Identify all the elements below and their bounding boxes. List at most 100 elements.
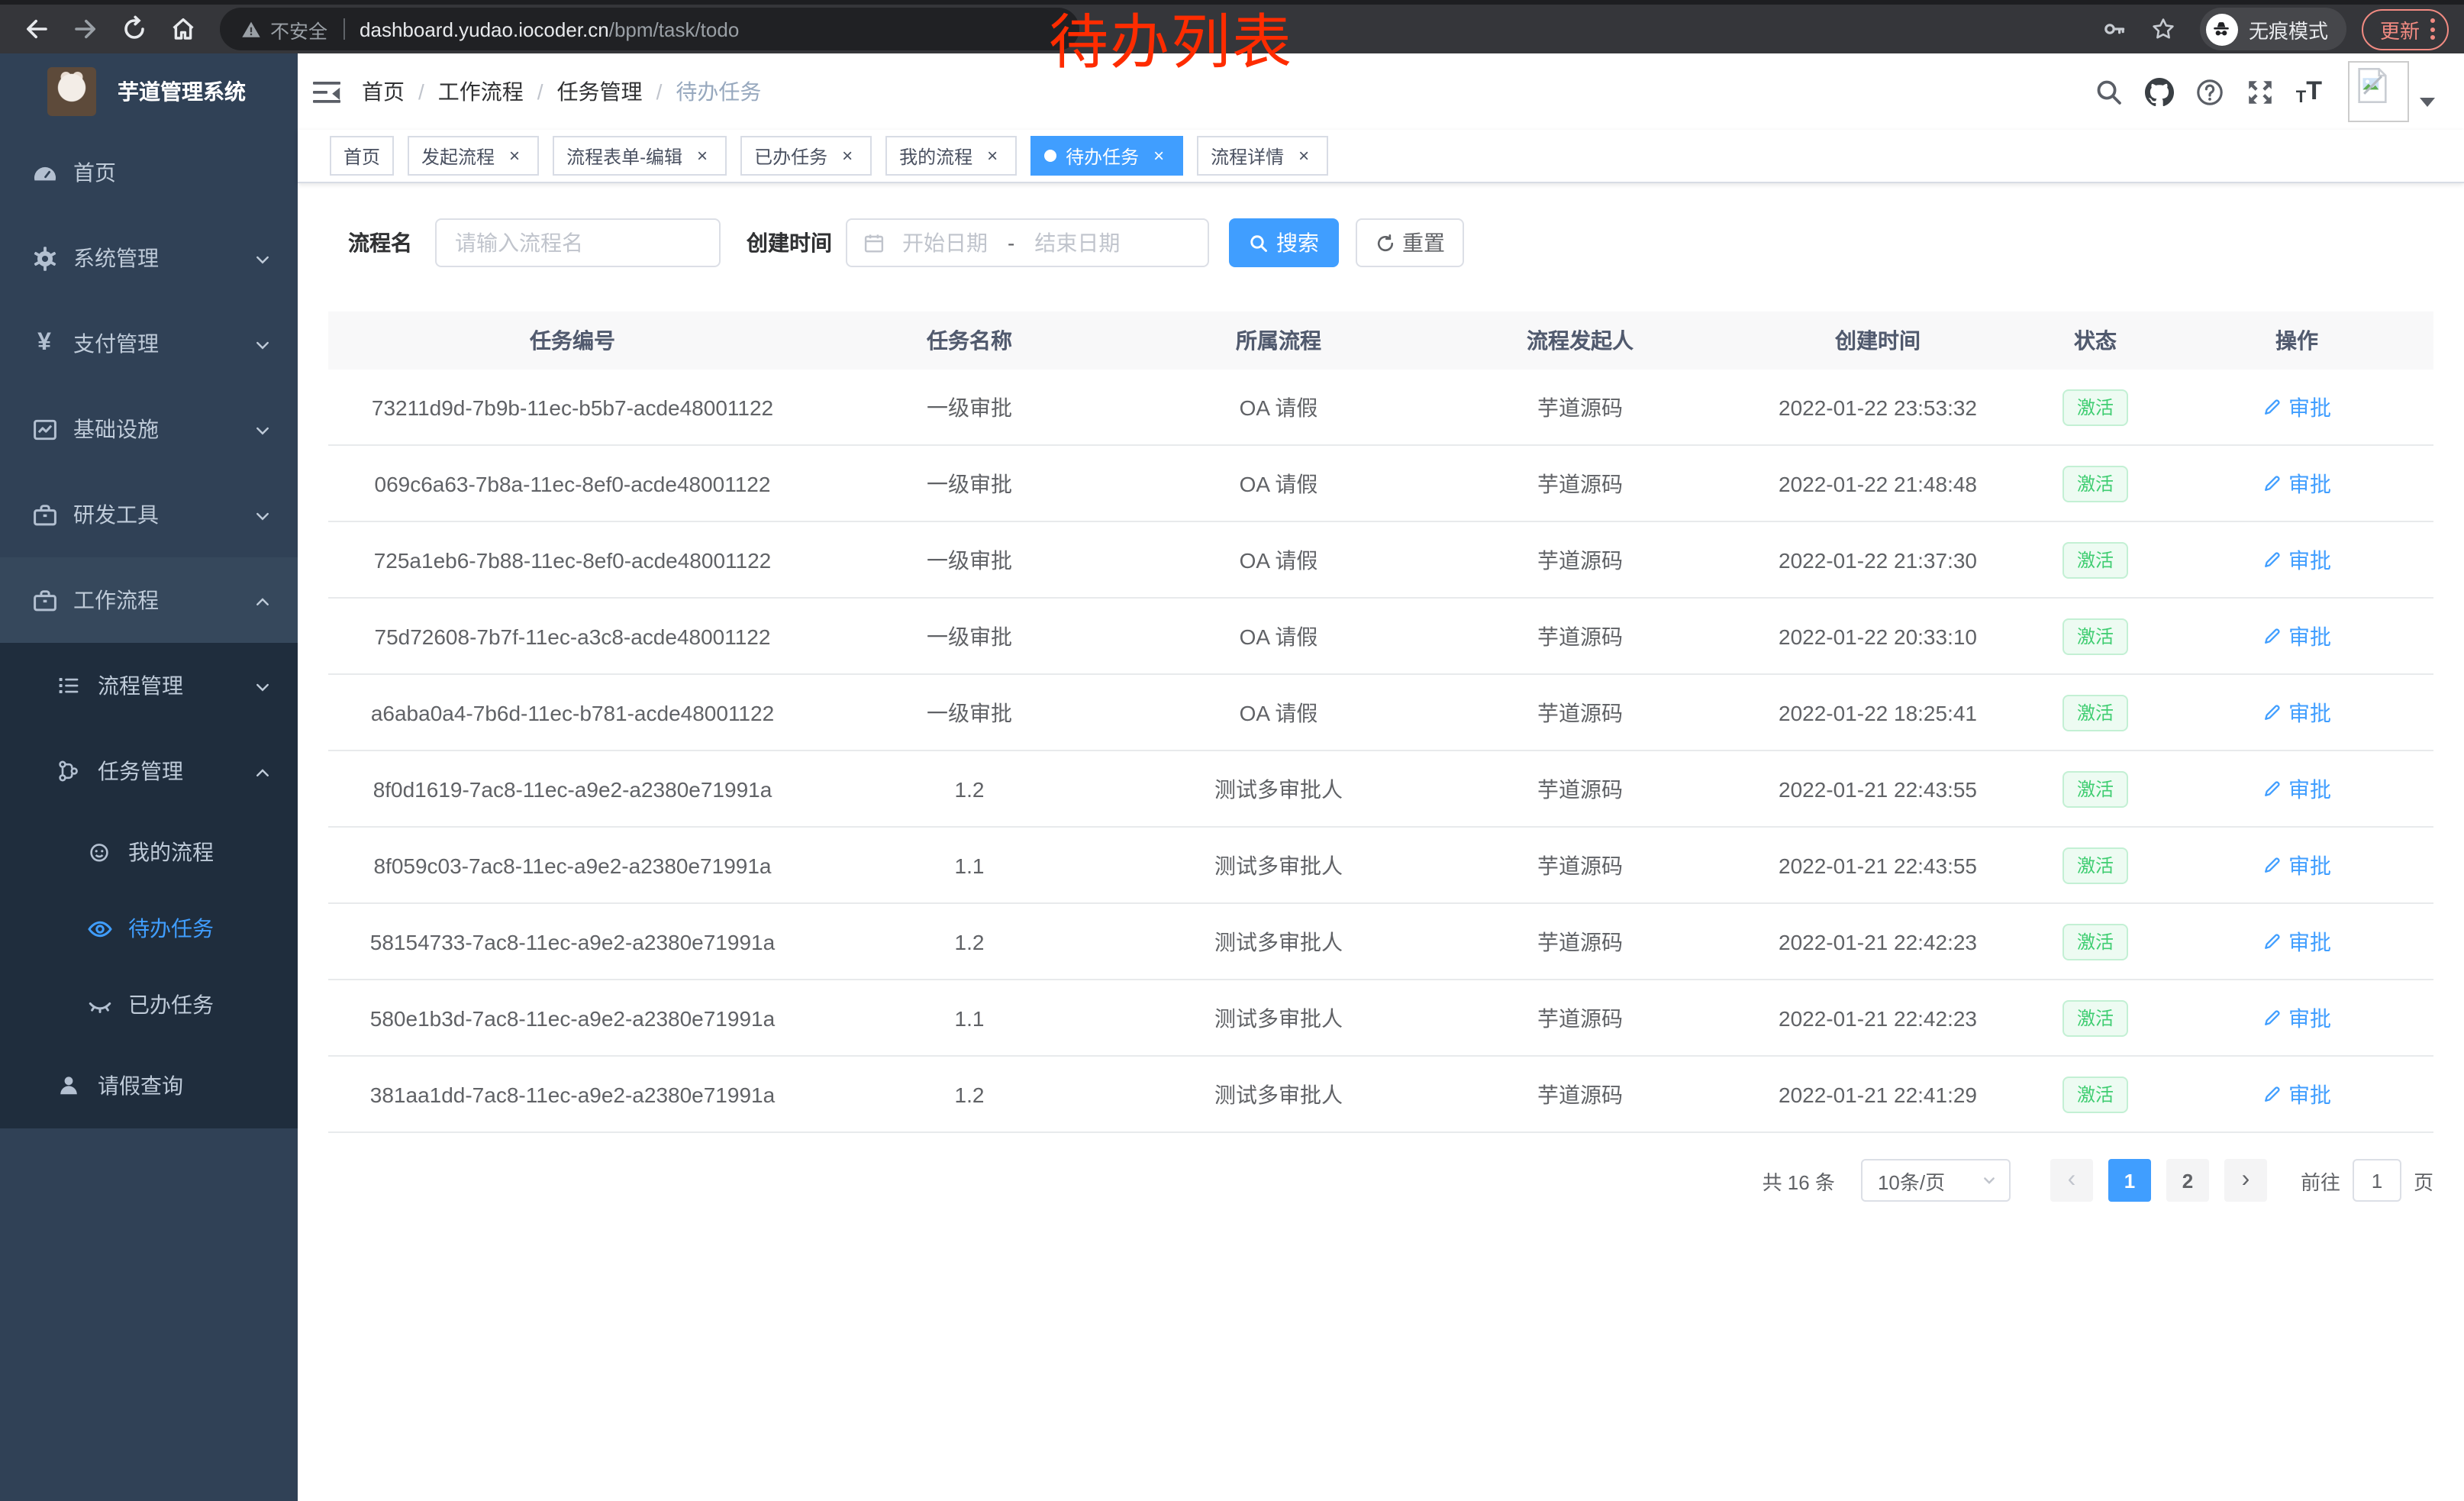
approve-link[interactable]: 审批	[2262, 468, 2331, 499]
end-date-input[interactable]	[1018, 231, 1137, 255]
process-cell: OA 请假	[1122, 446, 1435, 521]
page-button-1[interactable]: 1	[2108, 1159, 2151, 1202]
tab-close-icon[interactable]: ×	[1293, 145, 1314, 166]
app-title: 芋道管理系统	[118, 76, 246, 107]
status-badge: 激活	[2063, 1076, 2127, 1112]
sidebar-item-workflow[interactable]: 工作流程	[0, 557, 298, 643]
sidebar-item-home[interactable]: 首页	[0, 130, 298, 215]
tab-1[interactable]: 首页	[330, 136, 394, 176]
range-separator: -	[1005, 231, 1018, 255]
sidebar-item-leave-query[interactable]: 请假查询	[0, 1043, 298, 1128]
back-icon[interactable]	[23, 15, 50, 43]
github-icon[interactable]	[2145, 77, 2174, 106]
tab-7[interactable]: 流程详情 ×	[1197, 136, 1328, 176]
approve-link[interactable]: 审批	[2262, 392, 2331, 422]
sidebar-item-payment[interactable]: ¥ 支付管理	[0, 301, 298, 386]
breadcrumb-item[interactable]: 首页	[362, 76, 405, 107]
column-header: 任务编号	[328, 311, 817, 370]
sidebar-item-infrastructure[interactable]: 基础设施	[0, 386, 298, 472]
approve-link[interactable]: 审批	[2262, 544, 2331, 575]
url-domain[interactable]: dashboard.yudao.iocoder.cn	[360, 18, 609, 40]
chevron-down-icon	[253, 676, 272, 695]
created-time-cell: 2022-01-22 20:33:10	[1725, 599, 2030, 673]
breadcrumb-item[interactable]: 任务管理	[557, 76, 643, 107]
task-id-cell: a6aba0a4-7b6d-11ec-b781-acde48001122	[328, 675, 817, 750]
date-range-picker[interactable]: -	[846, 218, 1209, 267]
tab-5[interactable]: 我的流程 ×	[885, 136, 1017, 176]
sidebar-item-system[interactable]: 系统管理	[0, 215, 298, 301]
created-time-cell: 2022-01-22 23:53:32	[1725, 370, 2030, 444]
tab-close-icon[interactable]: ×	[837, 145, 858, 166]
pagination-total: 共 16 条	[1763, 1166, 1835, 1195]
task-name-cell: 1.2	[817, 751, 1122, 826]
task-id-cell: 73211d9d-7b9b-11ec-b5b7-acde48001122	[328, 370, 817, 444]
help-icon[interactable]	[2195, 77, 2224, 106]
tab-3[interactable]: 流程表单-编辑 ×	[553, 136, 727, 176]
next-page-button[interactable]: ›	[2224, 1159, 2267, 1202]
goto-page-input[interactable]	[2353, 1159, 2401, 1202]
approve-link[interactable]: 审批	[2262, 773, 2331, 804]
sidebar-item-dev-tools[interactable]: 研发工具	[0, 472, 298, 557]
url-path[interactable]: /bpm/task/todo	[609, 18, 740, 40]
created-time-cell: 2022-01-22 21:37:30	[1725, 522, 2030, 597]
sidebar-item-done-tasks[interactable]: 已办任务	[0, 967, 298, 1043]
sidebar-item-task-management[interactable]: 任务管理	[0, 728, 298, 814]
search-button[interactable]: 搜索	[1229, 218, 1339, 267]
update-label[interactable]: 更新	[2380, 15, 2420, 44]
browser-update-button[interactable]: 更新	[2362, 8, 2449, 50]
avatar-dropdown-caret-icon[interactable]	[2420, 98, 2435, 107]
breadcrumb-item[interactable]: 工作流程	[438, 76, 524, 107]
approve-link[interactable]: 审批	[2262, 850, 2331, 880]
fullscreen-icon[interactable]	[2246, 77, 2275, 106]
tab-close-icon[interactable]: ×	[692, 145, 713, 166]
reload-icon[interactable]	[121, 15, 148, 43]
process-name-label: 流程名	[348, 228, 412, 258]
font-size-icon[interactable]: TT	[2296, 77, 2322, 106]
password-key-icon[interactable]	[2102, 17, 2127, 41]
browser-menu-icon[interactable]	[2430, 18, 2435, 40]
tab-close-icon[interactable]: ×	[1148, 145, 1169, 166]
table-row: a6aba0a4-7b6d-11ec-b781-acde48001122 一级审…	[328, 675, 2433, 751]
tab-6[interactable]: 待办任务 ×	[1030, 136, 1183, 176]
sidebar-item-todo-tasks[interactable]: 待办任务	[0, 890, 298, 967]
table-row: 8f0d1619-7ac8-11ec-a9e2-a2380e71991a 1.2…	[328, 751, 2433, 828]
approve-link[interactable]: 审批	[2262, 697, 2331, 728]
process-name-input[interactable]	[435, 218, 721, 267]
reset-button[interactable]: 重置	[1356, 218, 1464, 267]
approve-link[interactable]: 审批	[2262, 621, 2331, 651]
status-badge: 激活	[2063, 847, 2127, 883]
status-badge: 激活	[2063, 465, 2127, 502]
table-row: 58154733-7ac8-11ec-a9e2-a2380e71991a 1.2…	[328, 904, 2433, 980]
start-date-input[interactable]	[885, 231, 1005, 255]
tags-view: 首页 发起流程 × 流程表单-编辑 × 已办任务 × 我的流程 × 待办任务 ×…	[298, 130, 2464, 183]
bookmark-star-icon[interactable]	[2151, 17, 2175, 41]
approve-link[interactable]: 审批	[2262, 926, 2331, 957]
sidebar-fold-icon[interactable]	[298, 53, 356, 130]
search-icon[interactable]	[2095, 77, 2124, 106]
home-icon[interactable]	[169, 15, 197, 43]
breadcrumb-item-current: 待办任务	[676, 76, 761, 107]
sidebar-item-process-management[interactable]: 流程管理	[0, 643, 298, 728]
approve-link[interactable]: 审批	[2262, 1079, 2331, 1109]
process-cell: 测试多审批人	[1122, 904, 1435, 979]
avatar[interactable]	[2348, 61, 2409, 122]
forward-icon[interactable]	[72, 15, 99, 43]
approve-link[interactable]: 审批	[2262, 1002, 2331, 1033]
table-row: 725a1eb6-7b88-11ec-8ef0-acde48001122 一级审…	[328, 522, 2433, 599]
page-button-2[interactable]: 2	[2166, 1159, 2209, 1202]
starter-cell: 芋道源码	[1435, 370, 1725, 444]
branch-tree-icon	[55, 759, 82, 783]
security-label[interactable]: 不安全	[270, 15, 327, 44]
create-time-label: 创建时间	[747, 228, 832, 258]
tab-close-icon[interactable]: ×	[504, 145, 525, 166]
created-time-cell: 2022-01-21 22:43:55	[1725, 751, 2030, 826]
sidebar-item-my-process[interactable]: 我的流程	[0, 814, 298, 890]
prev-page-button[interactable]: ‹	[2050, 1159, 2093, 1202]
url-bar[interactable]: 不安全 dashboard.yudao.iocoder.cn/bpm/task/…	[220, 8, 1079, 50]
tab-close-icon[interactable]: ×	[982, 145, 1003, 166]
app-logo-row: 芋道管理系统	[0, 53, 298, 130]
tab-2[interactable]: 发起流程 ×	[408, 136, 539, 176]
tab-4[interactable]: 已办任务 ×	[740, 136, 872, 176]
task-name-cell: 一级审批	[817, 370, 1122, 444]
page-size-select[interactable]: 10条/页	[1861, 1159, 2011, 1202]
